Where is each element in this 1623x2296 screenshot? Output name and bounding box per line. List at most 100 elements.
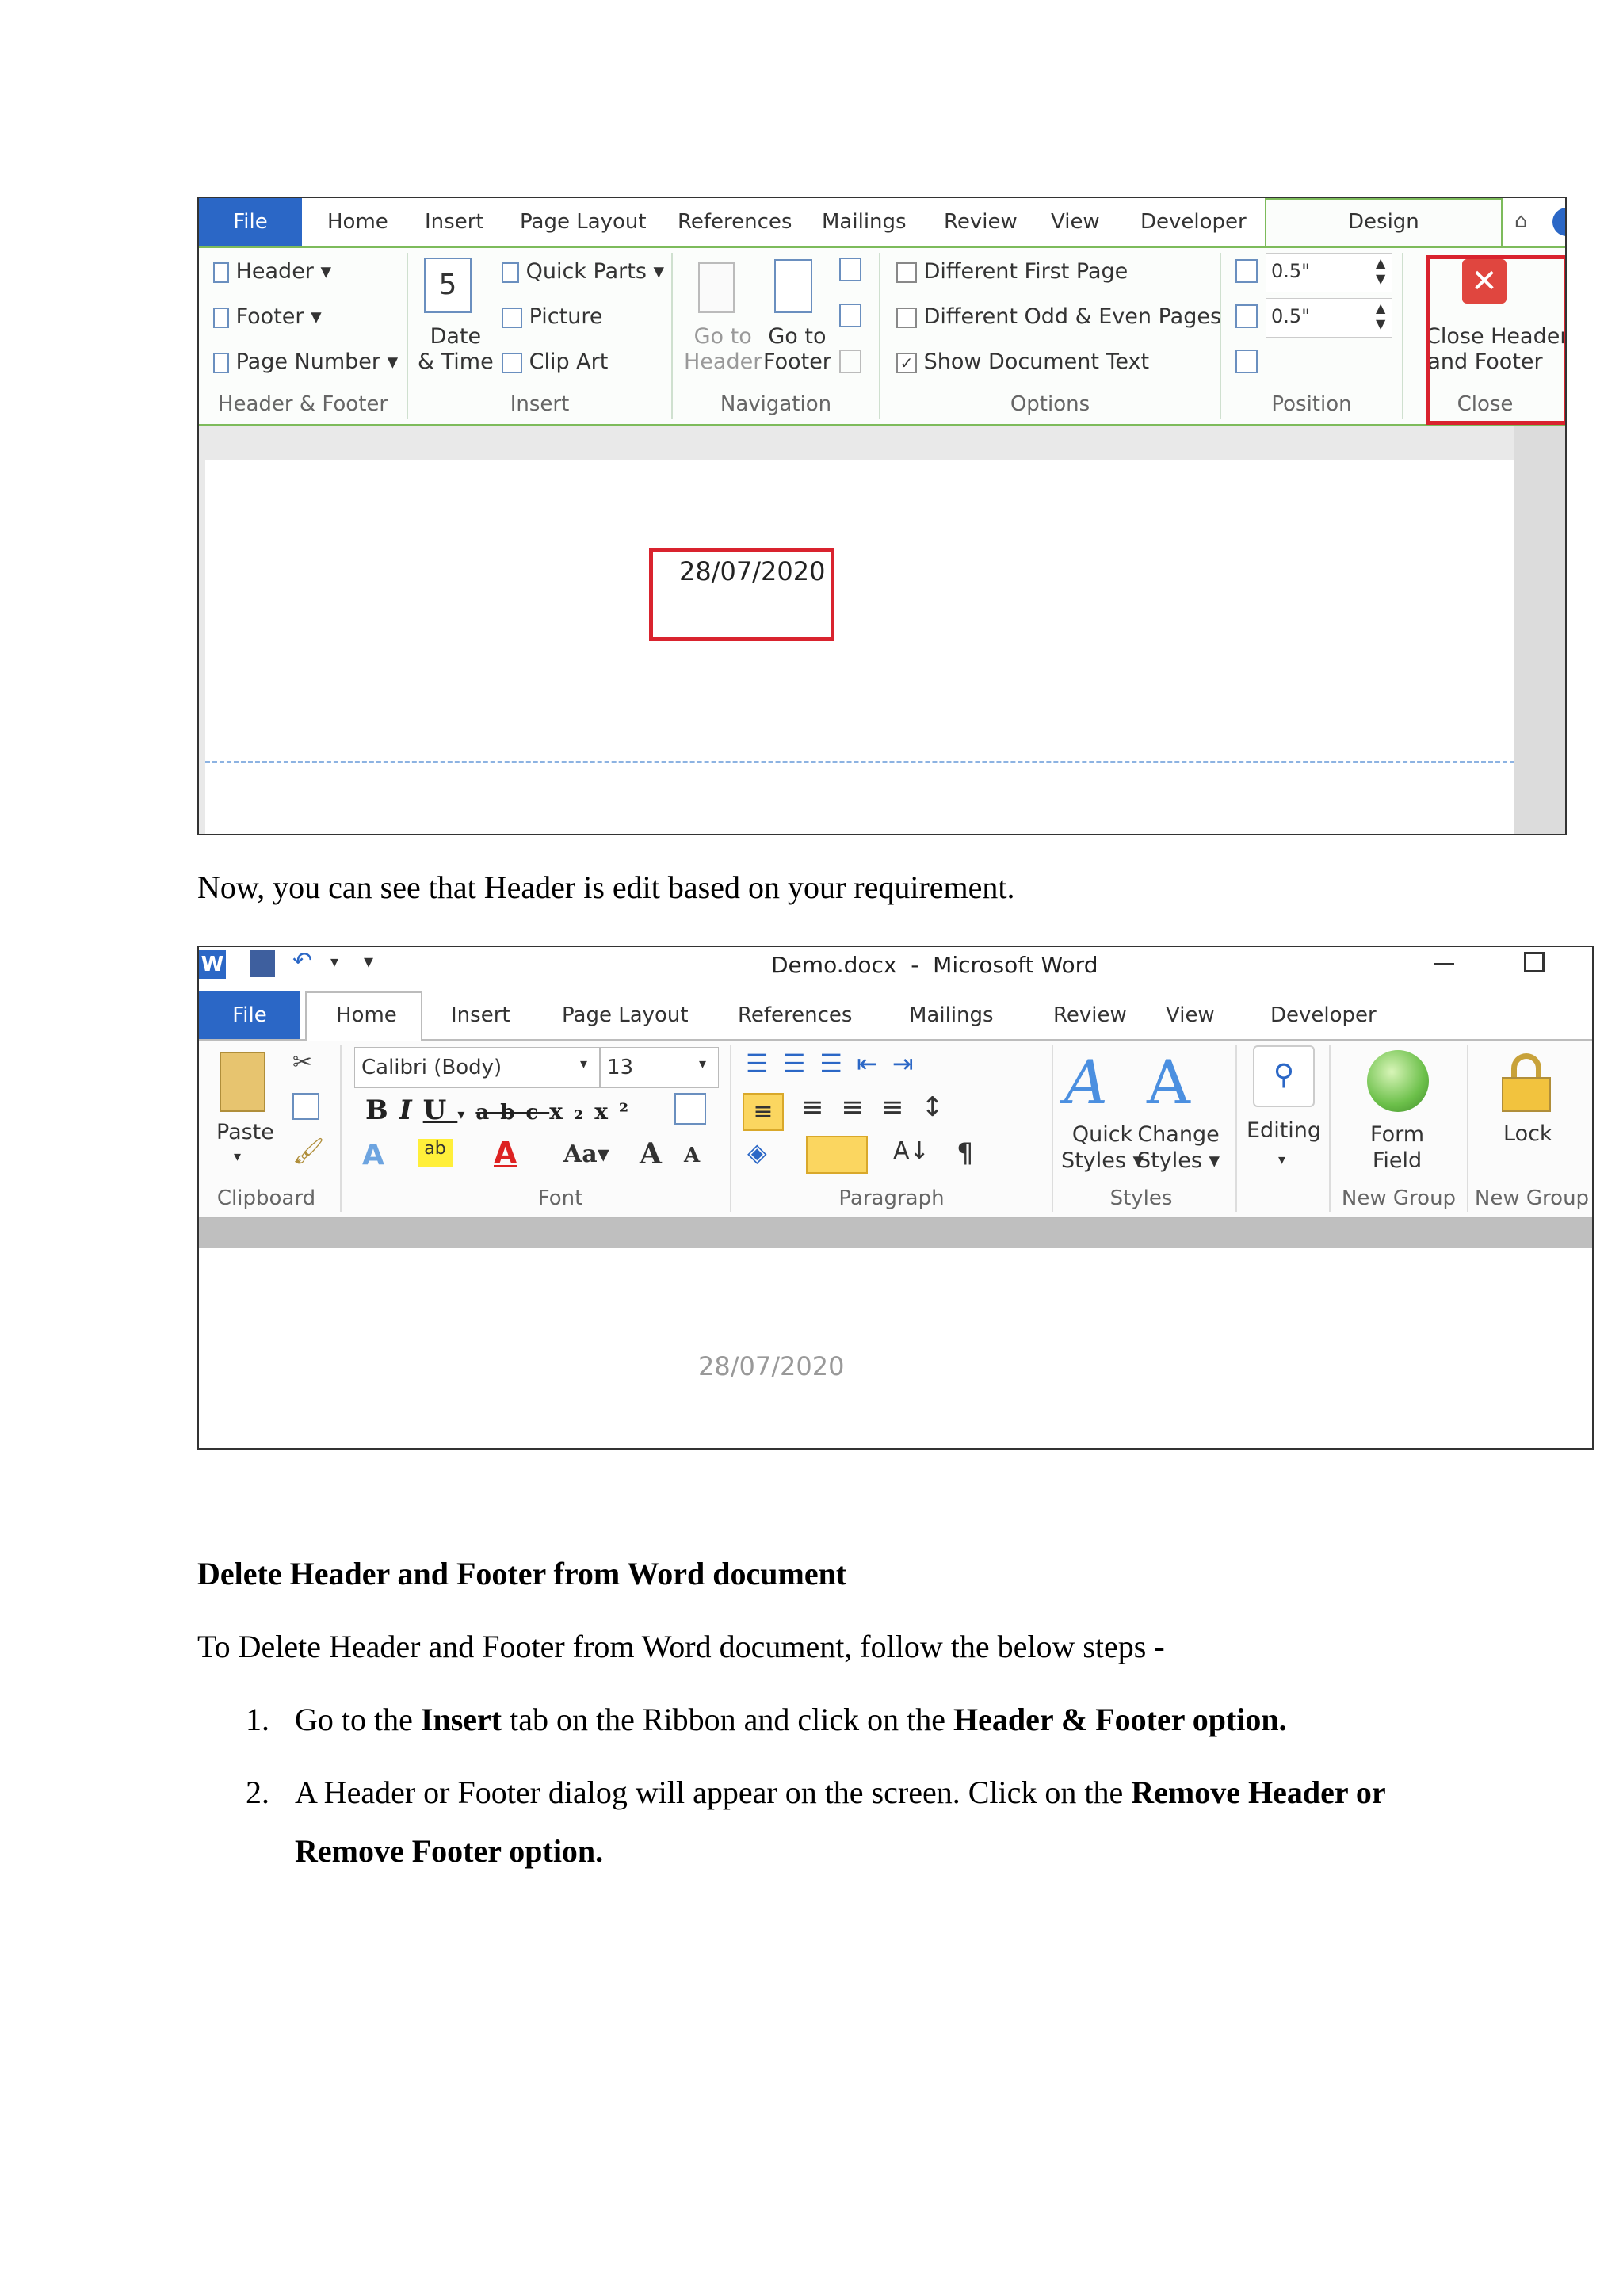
justify-icon[interactable]: ≡ — [881, 1091, 922, 1123]
group-label-font: Font — [537, 1186, 583, 1210]
show-document-text-checkbox[interactable]: ✓ Show Document Text — [896, 350, 1149, 374]
bullets-icon[interactable]: ☰ — [746, 1049, 783, 1079]
page-number-button[interactable]: Page Number ▾ — [213, 350, 398, 374]
editing-dropdown-icon[interactable]: ▾ — [1278, 1152, 1285, 1168]
spinner-arrows-icon[interactable]: ▲ ▼ — [1376, 300, 1385, 332]
alignment-buttons[interactable]: ≡≡≡↕ — [801, 1091, 961, 1123]
change-case-icon[interactable]: Aa▾ — [563, 1140, 609, 1168]
link-to-previous-icon[interactable] — [839, 350, 861, 373]
tab-insert[interactable]: Insert — [451, 991, 510, 1039]
clip-art-button[interactable]: Clip Art — [502, 350, 608, 374]
date-time-button[interactable]: Date & Time — [418, 324, 494, 375]
different-odd-even-checkbox[interactable]: Different Odd & Even Pages — [896, 304, 1221, 329]
borders-icon[interactable] — [806, 1136, 868, 1174]
paste-dropdown-icon[interactable]: ▾ — [234, 1148, 241, 1165]
checkbox-odd-even[interactable] — [896, 307, 917, 328]
tab-mailings[interactable]: Mailings — [822, 198, 907, 246]
underline-icon[interactable]: U — [423, 1095, 458, 1126]
numbering-icon[interactable]: ☰ — [783, 1049, 820, 1079]
go-to-footer-button[interactable]: Go to Footer — [763, 324, 831, 375]
footer-button[interactable]: Footer ▾ — [213, 304, 322, 329]
picture-button[interactable]: Picture — [502, 304, 602, 329]
change-styles-button[interactable]: Change Styles ▾ — [1137, 1121, 1220, 1174]
tab-review[interactable]: Review — [944, 198, 1018, 246]
previous-icon[interactable] — [839, 258, 861, 281]
quick-parts-button[interactable]: Quick Parts ▾ — [502, 259, 664, 284]
undo-dropdown-icon[interactable]: ▾ — [330, 952, 338, 971]
show-formatting-marks-icon[interactable]: ¶ — [957, 1137, 974, 1169]
help-icon[interactable] — [1552, 208, 1565, 236]
superscript-icon[interactable]: x² — [594, 1098, 640, 1125]
font-format-buttons[interactable]: BIU▾abcx₂x² — [365, 1095, 640, 1126]
tab-references[interactable]: References — [678, 198, 792, 246]
align-left-icon[interactable]: ≡ — [743, 1093, 784, 1131]
grow-font-icon[interactable]: A — [640, 1137, 662, 1171]
chevron-down-icon[interactable]: ▾ — [699, 1056, 706, 1072]
tab-references[interactable]: References — [738, 991, 852, 1039]
form-field-button[interactable]: Form Field — [1370, 1121, 1424, 1174]
font-name-combo[interactable]: Calibri (Body) ▾ — [354, 1047, 600, 1088]
format-painter-icon[interactable]: 🖌 — [292, 1136, 325, 1166]
bold-icon[interactable]: B — [365, 1095, 399, 1126]
tab-file[interactable]: File — [199, 198, 302, 246]
highlight-color-icon[interactable]: ab — [418, 1139, 453, 1167]
subscript-icon[interactable]: x₂ — [549, 1098, 594, 1125]
tab-page-layout[interactable]: Page Layout — [562, 991, 689, 1039]
customize-toolbar-icon[interactable]: ▾ — [364, 950, 373, 972]
shading-icon[interactable]: ◈ — [747, 1137, 767, 1167]
header-date-text[interactable]: 28/07/2020 — [698, 1351, 844, 1381]
header-position-spinner[interactable]: 0.5" ▲ ▼ — [1266, 253, 1392, 292]
font-size-combo[interactable]: 13 ▾ — [600, 1047, 719, 1088]
quick-styles-button[interactable]: Quick Styles ▾ — [1061, 1121, 1144, 1174]
tab-page-layout[interactable]: Page Layout — [520, 198, 647, 246]
tab-review[interactable]: Review — [1053, 991, 1127, 1039]
underline-dropdown-icon[interactable]: ▾ — [457, 1106, 475, 1123]
tab-developer[interactable]: Developer — [1140, 198, 1247, 246]
header-button[interactable]: Header ▾ — [213, 259, 331, 284]
chevron-down-icon[interactable]: ▾ — [580, 1056, 587, 1072]
spinner-arrows-icon[interactable]: ▲ ▼ — [1376, 255, 1385, 287]
insert-alignment-tab-icon[interactable] — [1235, 350, 1258, 373]
text-effects-icon[interactable]: A — [362, 1139, 384, 1171]
tab-design[interactable]: Design — [1348, 198, 1419, 246]
checkbox-first-page[interactable] — [896, 262, 917, 283]
undo-icon[interactable]: ↶ — [292, 947, 312, 975]
lock-button[interactable]: Lock — [1503, 1121, 1552, 1146]
editing-button[interactable]: Editing — [1247, 1118, 1321, 1143]
decrease-indent-icon[interactable]: ⇤ — [857, 1049, 892, 1079]
footer-position-spinner[interactable]: 0.5" ▲ ▼ — [1266, 298, 1392, 338]
maximize-window-icon[interactable] — [1524, 952, 1545, 972]
strikethrough-icon[interactable]: abc — [475, 1101, 549, 1125]
sort-icon[interactable]: A↓ — [893, 1137, 930, 1165]
minimize-ribbon-icon[interactable]: ⌂ — [1514, 209, 1528, 233]
go-to-header-button[interactable]: Go to Header — [684, 324, 762, 375]
next-icon[interactable] — [839, 304, 861, 327]
align-right-icon[interactable]: ≡ — [842, 1091, 882, 1123]
increase-indent-icon[interactable]: ⇥ — [892, 1049, 928, 1079]
paste-button[interactable]: Paste — [216, 1120, 274, 1144]
tab-mailings[interactable]: Mailings — [909, 991, 994, 1039]
tab-view[interactable]: View — [1166, 991, 1215, 1039]
cut-icon[interactable]: ✂ — [292, 1049, 312, 1076]
checkbox-show-document-text[interactable]: ✓ — [896, 352, 917, 373]
save-icon[interactable] — [250, 950, 275, 977]
tab-home[interactable]: Home — [327, 198, 388, 246]
copy-icon[interactable] — [292, 1093, 319, 1120]
list-buttons[interactable]: ☰☰☰⇤⇥ — [746, 1049, 928, 1079]
tab-developer[interactable]: Developer — [1270, 991, 1377, 1039]
tab-file[interactable]: File — [199, 991, 300, 1039]
minimize-window-icon[interactable] — [1434, 963, 1454, 965]
font-color-icon[interactable]: A — [494, 1136, 517, 1171]
different-first-page-checkbox[interactable]: Different First Page — [896, 259, 1128, 284]
tab-home[interactable]: Home — [336, 991, 397, 1039]
multilevel-list-icon[interactable]: ☰ — [819, 1049, 857, 1079]
word-app-icon[interactable]: W — [199, 950, 226, 979]
clear-formatting-icon[interactable] — [674, 1093, 706, 1125]
align-center-icon[interactable]: ≡ — [801, 1091, 842, 1123]
scrollbar[interactable] — [1514, 426, 1565, 834]
tab-view[interactable]: View — [1051, 198, 1100, 246]
shrink-font-icon[interactable]: A — [684, 1144, 700, 1167]
line-spacing-icon[interactable]: ↕ — [922, 1091, 962, 1123]
italic-icon[interactable]: I — [399, 1095, 423, 1126]
tab-insert[interactable]: Insert — [425, 198, 484, 246]
